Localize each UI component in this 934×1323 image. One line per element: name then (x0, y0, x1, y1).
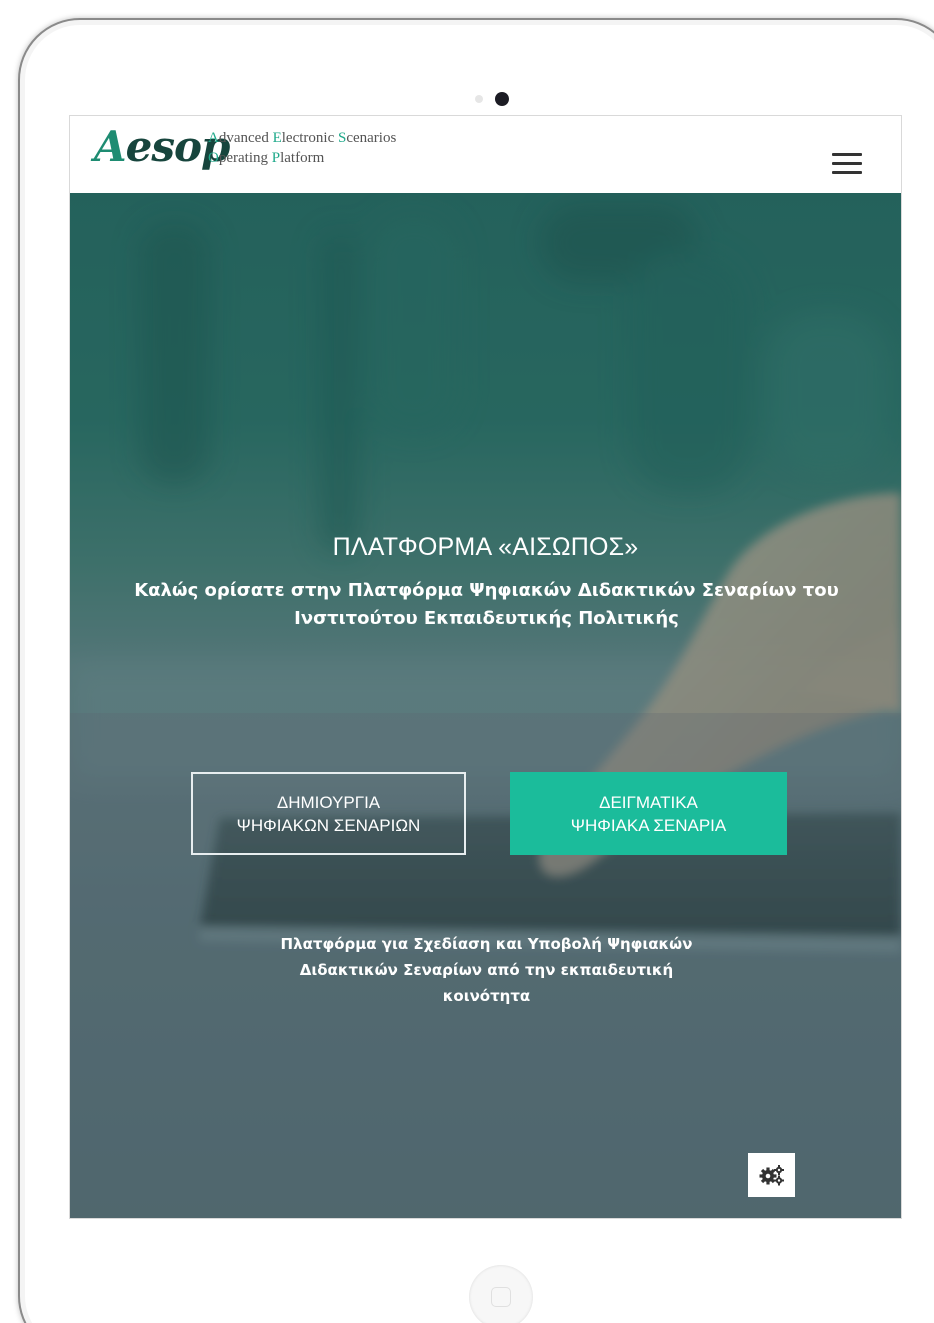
home-square-icon (491, 1287, 511, 1307)
create-scenarios-button[interactable]: ΔΗΜΙΟΥΡΓΙΑ ΨΗΦΙΑΚΩΝ ΣΕΝΑΡΙΩΝ (191, 772, 466, 855)
hero-description: Πλατφόρμα για Σχεδίαση και Υποβολή Ψηφια… (280, 935, 693, 1005)
navbar: Aesop Advanced Electronic Scenarios Oper… (70, 116, 901, 193)
logo-mark-first: A (94, 122, 127, 171)
logo-tagline-initial: E (272, 130, 282, 146)
hamburger-bar (832, 162, 862, 165)
logo-tagline-text: latform (280, 150, 325, 166)
create-scenarios-button-label: ΔΗΜΙΟΥΡΓΙΑ ΨΗΦΙΑΚΩΝ ΣΕΝΑΡΙΩΝ (236, 792, 421, 835)
logo-tagline-line1: Advanced Electronic Scenarios (208, 128, 396, 148)
logo-tagline-initial: P (271, 150, 281, 166)
logo-tagline-initial: O (208, 150, 219, 166)
hero-subtitle: Καλώς ορίσατε στην Πλατφόρμα Ψηφιακών Δι… (134, 580, 839, 629)
logo-tagline-initial: A (208, 130, 219, 146)
logo-tagline-text: lectronic (281, 130, 338, 146)
gears-icon (759, 1165, 784, 1186)
sample-scenarios-button[interactable]: ΔΕΙΓΜΑΤΙΚΑ ΨΗΦΙΑΚΑ ΣΕΝΑΡΙΑ (510, 772, 787, 855)
logo-tagline-text: dvanced (218, 130, 273, 146)
logo-tagline-line2: Operating Platform (208, 148, 396, 168)
hero-section: ΠΛΑΤΦΟΡΜΑ «ΑΙΣΩΠΟΣ» Καλώς ορίσατε στην Π… (70, 193, 901, 1218)
logo-tagline: Advanced Electronic Scenarios Operating … (208, 128, 396, 168)
hamburger-menu-icon[interactable] (832, 153, 862, 175)
tablet-home-button[interactable] (469, 1265, 533, 1323)
tablet-sensor (475, 95, 483, 103)
hamburger-bar (832, 153, 862, 156)
tablet-camera (495, 92, 509, 106)
logo-tagline-text: perating (218, 150, 272, 166)
sample-scenarios-button-label: ΔΕΙΓΜΑΤΙΚΑ ΨΗΦΙΑΚΑ ΣΕΝΑΡΙΑ (570, 792, 727, 835)
hero-content: ΠΛΑΤΦΟΡΜΑ «ΑΙΣΩΠΟΣ» Καλώς ορίσατε στην Π… (70, 193, 901, 1218)
hero-title: ΠΛΑΤΦΟΡΜΑ «ΑΙΣΩΠΟΣ» (332, 533, 639, 561)
settings-button[interactable] (748, 1153, 795, 1197)
logo-tagline-text: cenarios (346, 130, 397, 146)
hamburger-bar (832, 171, 862, 174)
tablet-screen: Aesop Advanced Electronic Scenarios Oper… (69, 115, 902, 1219)
